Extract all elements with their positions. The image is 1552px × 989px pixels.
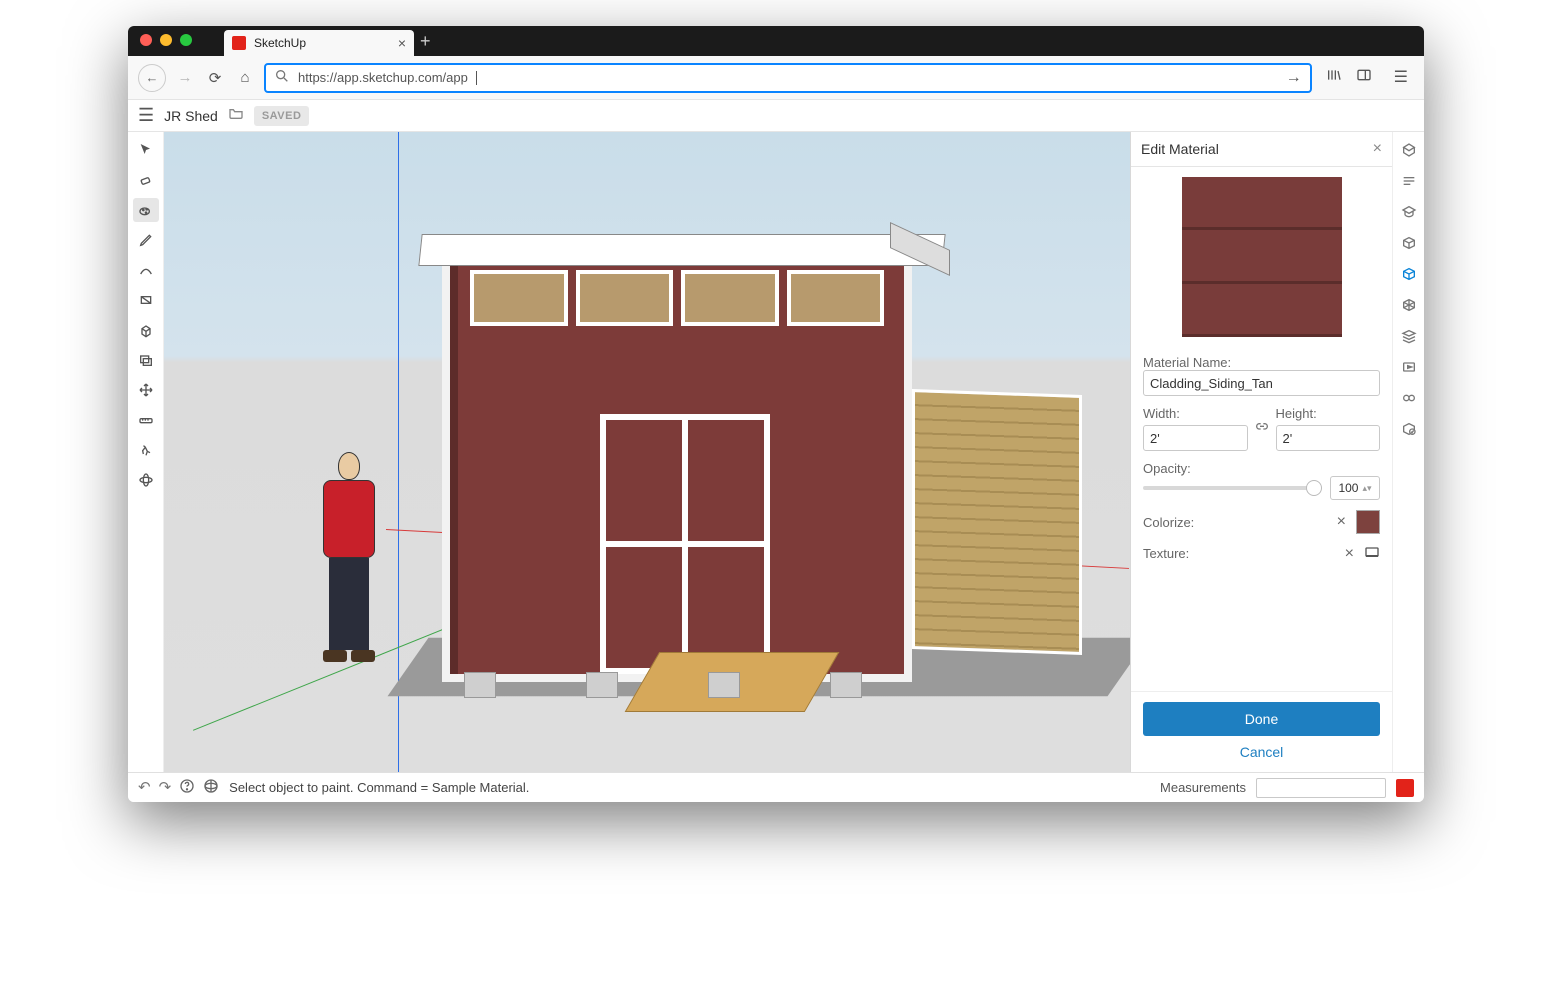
app-menu-icon[interactable]: ☰ xyxy=(138,105,154,126)
display-icon[interactable] xyxy=(1401,390,1417,411)
clear-texture-icon[interactable]: × xyxy=(1345,545,1354,563)
panel-title: Edit Material xyxy=(1141,141,1219,157)
entity-info-icon[interactable] xyxy=(1401,142,1417,163)
url-text: https://app.sketchup.com/app xyxy=(298,70,468,85)
pushpull-tool[interactable] xyxy=(133,318,159,342)
search-icon xyxy=(274,68,290,87)
barn-doors xyxy=(600,414,770,674)
save-status-badge: SAVED xyxy=(254,106,310,126)
pencil-tool[interactable] xyxy=(133,228,159,252)
link-aspect-icon[interactable] xyxy=(1254,419,1270,438)
move-tool[interactable] xyxy=(133,378,159,402)
clerestory-windows xyxy=(470,270,884,326)
home-button[interactable]: ⌂ xyxy=(234,69,256,86)
texture-label: Texture: xyxy=(1143,546,1189,561)
learn-icon[interactable] xyxy=(1401,204,1417,225)
tab-title: SketchUp xyxy=(254,36,306,50)
library-icon[interactable] xyxy=(1326,67,1342,88)
back-button[interactable]: ← xyxy=(138,64,166,92)
rectangle-tool[interactable] xyxy=(133,288,159,312)
minimize-window[interactable] xyxy=(160,34,172,46)
zoom-window[interactable] xyxy=(180,34,192,46)
url-bar: ← → ⟳ ⌂ https://app.sketchup.com/app → ☰ xyxy=(128,56,1424,100)
cancel-button[interactable]: Cancel xyxy=(1143,744,1380,760)
sketchup-logo-icon xyxy=(1396,779,1414,797)
text-cursor xyxy=(476,71,477,85)
scenes-icon[interactable] xyxy=(1401,359,1417,380)
panel-header: Edit Material × xyxy=(1131,132,1392,167)
select-tool[interactable] xyxy=(133,138,159,162)
walk-tool[interactable] xyxy=(133,438,159,462)
material-preview xyxy=(1182,177,1342,337)
help-icon[interactable] xyxy=(179,778,195,798)
roof-side xyxy=(890,222,950,276)
status-bar: ↶ ↷ Select object to paint. Command = Sa… xyxy=(128,772,1424,802)
components-icon[interactable] xyxy=(1401,235,1417,256)
orbit-tool[interactable] xyxy=(133,468,159,492)
right-tray xyxy=(1392,132,1424,772)
redo-icon[interactable]: ↷ xyxy=(159,778,172,798)
eraser-tool[interactable] xyxy=(133,168,159,192)
layers-icon[interactable] xyxy=(1401,328,1417,349)
height-label: Height: xyxy=(1276,406,1381,421)
model-viewport[interactable] xyxy=(164,132,1130,772)
instructor-icon[interactable] xyxy=(1401,173,1417,194)
new-tab-button[interactable]: + xyxy=(420,31,431,52)
browser-window: SketchUp × + ← → ⟳ ⌂ https://app.sketchu… xyxy=(128,26,1424,802)
shed-model xyxy=(442,252,912,682)
undo-icon[interactable]: ↶ xyxy=(138,778,151,798)
close-panel-icon[interactable]: × xyxy=(1373,140,1382,158)
browser-tab[interactable]: SketchUp × xyxy=(224,30,414,56)
workspace: Edit Material × Material Name: Width: xyxy=(128,132,1424,772)
arc-tool[interactable] xyxy=(133,258,159,282)
colorize-label: Colorize: xyxy=(1143,515,1194,530)
clear-colorize-icon[interactable]: × xyxy=(1337,513,1346,531)
wood-leanto xyxy=(912,389,1082,655)
address-bar[interactable]: https://app.sketchup.com/app → xyxy=(264,63,1312,93)
forward-button[interactable]: → xyxy=(174,69,196,86)
sidebar-icon[interactable] xyxy=(1356,67,1372,88)
material-name-label: Material Name: xyxy=(1143,355,1380,370)
left-toolbar xyxy=(128,132,164,772)
file-name: JR Shed xyxy=(164,108,218,124)
styles-icon[interactable] xyxy=(1401,297,1417,318)
z-axis xyxy=(398,132,399,772)
width-label: Width: xyxy=(1143,406,1248,421)
pier-blocks xyxy=(464,672,862,698)
reload-button[interactable]: ⟳ xyxy=(204,69,226,87)
texture-browse-icon[interactable] xyxy=(1364,544,1380,563)
opacity-value[interactable]: 100▴▾ xyxy=(1330,476,1380,500)
paint-tool[interactable] xyxy=(133,198,159,222)
opacity-slider[interactable] xyxy=(1143,486,1322,490)
tab-strip: SketchUp × + xyxy=(128,26,1424,56)
tab-close-icon[interactable]: × xyxy=(398,35,406,51)
status-hint: Select object to paint. Command = Sample… xyxy=(229,780,529,795)
done-button[interactable]: Done xyxy=(1143,702,1380,736)
materials-icon[interactable] xyxy=(1401,266,1417,287)
scale-figure xyxy=(314,452,384,662)
window-controls xyxy=(140,34,192,46)
close-window[interactable] xyxy=(140,34,152,46)
menu-icon[interactable]: ☰ xyxy=(1394,67,1408,88)
height-input[interactable] xyxy=(1276,425,1381,451)
opacity-label: Opacity: xyxy=(1143,461,1380,476)
width-input[interactable] xyxy=(1143,425,1248,451)
measurements-input[interactable] xyxy=(1256,778,1386,798)
geolocation-icon[interactable] xyxy=(203,778,219,798)
sketchup-app: ☰ JR Shed SAVED xyxy=(128,100,1424,802)
measurements-label: Measurements xyxy=(1160,780,1246,795)
app-topbar: ☰ JR Shed SAVED xyxy=(128,100,1424,132)
tape-tool[interactable] xyxy=(133,408,159,432)
offset-tool[interactable] xyxy=(133,348,159,372)
soften-icon[interactable] xyxy=(1401,421,1417,442)
material-name-input[interactable] xyxy=(1143,370,1380,396)
edit-material-panel: Edit Material × Material Name: Width: xyxy=(1130,132,1392,772)
colorize-swatch[interactable] xyxy=(1356,510,1380,534)
go-arrow-icon[interactable]: → xyxy=(1286,69,1302,87)
open-folder-icon[interactable] xyxy=(228,105,244,126)
browser-actions: ☰ xyxy=(1320,67,1414,88)
sketchup-favicon xyxy=(232,36,246,50)
